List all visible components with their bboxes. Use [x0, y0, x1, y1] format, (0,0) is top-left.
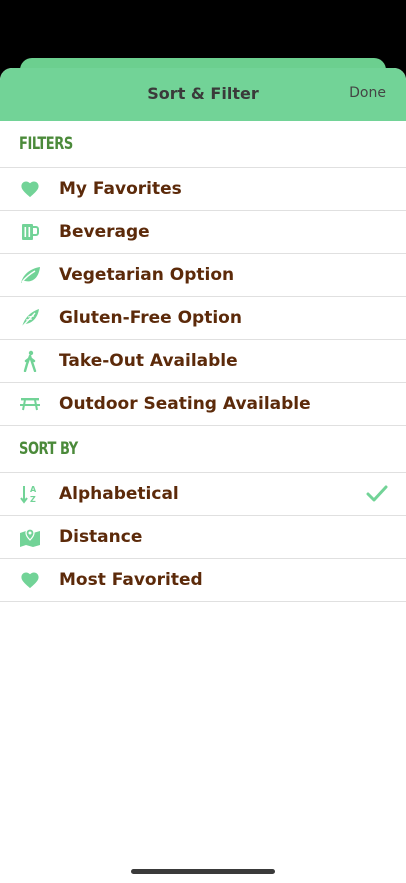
sort-row-distance[interactable]: Distance: [0, 516, 406, 559]
sort-az-icon: AZ: [19, 483, 41, 505]
filter-label: Gluten-Free Option: [59, 308, 242, 328]
sort-label: Distance: [59, 527, 143, 547]
filter-row-beverage[interactable]: Beverage: [0, 211, 406, 254]
filter-row-outdoor-seating[interactable]: Outdoor Seating Available: [0, 383, 406, 426]
picnic-table-icon: [19, 393, 41, 415]
sort-section-heading: SORT BY: [0, 426, 406, 473]
sort-filter-sheet: Sort & Filter Done FILTERS My Favorites …: [0, 68, 406, 883]
page-title: Sort & Filter: [147, 84, 259, 103]
mug-icon: [19, 221, 41, 243]
walking-icon: [19, 350, 41, 372]
heart-icon: [19, 178, 41, 200]
filters-heading-text: FILTERS: [19, 134, 73, 154]
filter-row-take-out[interactable]: Take-Out Available: [0, 340, 406, 383]
feather-icon: [19, 307, 41, 329]
filter-row-vegetarian[interactable]: Vegetarian Option: [0, 254, 406, 297]
sort-row-most-favorited[interactable]: Most Favorited: [0, 559, 406, 602]
sort-label: Most Favorited: [59, 570, 203, 590]
filter-label: Vegetarian Option: [59, 265, 235, 285]
checkmark-icon: [366, 485, 388, 502]
home-indicator[interactable]: [131, 869, 275, 874]
filter-label: Beverage: [59, 222, 150, 242]
heart-icon: [19, 569, 41, 591]
sort-row-alphabetical[interactable]: AZ Alphabetical: [0, 473, 406, 516]
filter-row-my-favorites[interactable]: My Favorites: [0, 168, 406, 211]
map-pin-icon: [19, 526, 41, 548]
done-button[interactable]: Done: [349, 85, 386, 101]
filter-label: My Favorites: [59, 179, 182, 199]
filter-label: Take-Out Available: [59, 351, 238, 371]
leaf-icon: [19, 264, 41, 286]
filter-label: Outdoor Seating Available: [59, 394, 311, 414]
sort-label: Alphabetical: [59, 484, 179, 504]
svg-text:Z: Z: [30, 495, 36, 504]
svg-text:A: A: [30, 485, 37, 494]
filters-section-heading: FILTERS: [0, 121, 406, 168]
sort-heading-text: SORT BY: [19, 439, 78, 459]
filter-row-gluten-free[interactable]: Gluten-Free Option: [0, 297, 406, 340]
sheet-header: Sort & Filter Done: [0, 68, 406, 121]
